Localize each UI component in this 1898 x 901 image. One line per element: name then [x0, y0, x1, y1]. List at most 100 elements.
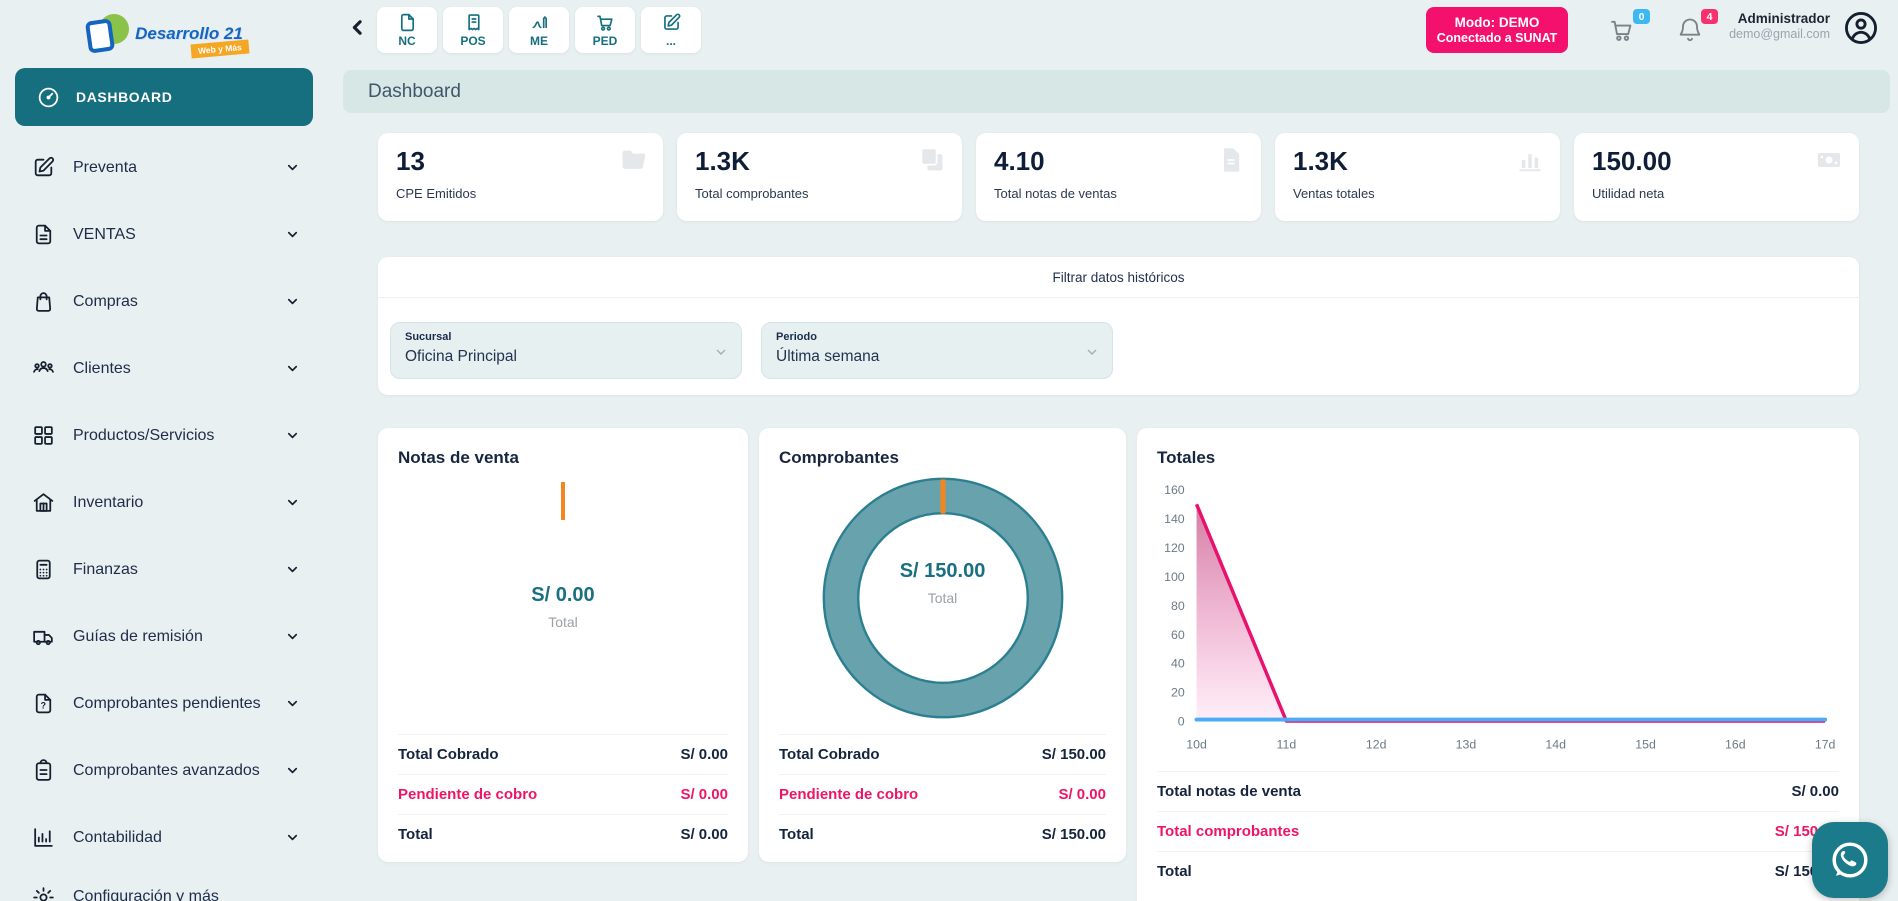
sidebar-item-productos[interactable]: Productos/Servicios	[0, 402, 328, 469]
comprobantes-card: Comprobantes S/ 150.00 Total Total Cobra…	[759, 428, 1126, 862]
periodo-select[interactable]: Periodo Última semana	[761, 322, 1113, 379]
row-label: Total	[779, 826, 814, 843]
chevron-down-icon	[713, 344, 729, 360]
sucursal-label: Sucursal	[405, 331, 727, 343]
chevron-down-icon	[285, 294, 300, 309]
periodo-value: Última semana	[776, 348, 1098, 366]
donut-center-value: S/ 0.00	[398, 584, 728, 607]
whatsapp-button[interactable]	[1812, 822, 1888, 898]
row-label: Total	[398, 826, 433, 843]
comprobantes-donut-chart: S/ 150.00 Total	[821, 476, 1065, 720]
cart-button[interactable]: 0	[1608, 16, 1642, 50]
chevron-down-icon	[285, 830, 300, 845]
card-title: Comprobantes	[779, 448, 1106, 468]
chevron-down-icon	[285, 227, 300, 242]
stat-label: Ventas totales	[1293, 186, 1542, 201]
stats-row: 13 CPE Emitidos 1.3K Total comprobantes …	[378, 133, 1859, 221]
sidebar-item-contabilidad[interactable]: Contabilidad	[0, 804, 328, 871]
chevron-down-icon	[285, 696, 300, 711]
periodo-label: Periodo	[776, 331, 1098, 343]
sidebar-item-compras[interactable]: Compras	[0, 268, 328, 335]
svg-text:40: 40	[1171, 657, 1185, 671]
sidebar-item-label: Clientes	[73, 360, 268, 378]
svg-text:160: 160	[1164, 483, 1185, 497]
gear-icon	[31, 885, 56, 901]
totales-area-chart: 02040608010012014016010d11d12d13d14d15d1…	[1157, 472, 1839, 759]
sidebar: Desarrollo 21 Web y Más DASHBOARD Preven…	[0, 0, 328, 901]
sidebar-item-label: Inventario	[73, 494, 268, 512]
summary-row: Total comprobantesS/ 150.00	[1157, 811, 1839, 851]
folder-icon	[619, 146, 647, 174]
card-title: Totales	[1157, 448, 1839, 468]
brand-name: Desarrollo 21	[135, 24, 243, 43]
sidebar-item-inventario[interactable]: Inventario	[0, 469, 328, 536]
sidebar-item-label: Compras	[73, 293, 268, 311]
sidebar-item-label: Comprobantes avanzados	[73, 762, 268, 780]
me-button[interactable]: ME	[509, 7, 569, 53]
summary-row: TotalS/ 150.00	[779, 814, 1106, 854]
brand-logo[interactable]: Desarrollo 21 Web y Más	[0, 6, 328, 62]
row-label: Total notas de venta	[1157, 783, 1301, 800]
summary-row: Pendiente de cobroS/ 0.00	[779, 774, 1106, 814]
stat-card-utilidad-neta: 150.00 Utilidad neta	[1574, 133, 1859, 221]
sidebar-item-dashboard[interactable]: DASHBOARD	[15, 68, 313, 126]
chevron-down-icon	[285, 629, 300, 644]
quick-actions: NC POS ME PED ...	[377, 7, 701, 53]
totales-card: Totales 02040608010012014016010d11d12d13…	[1137, 428, 1859, 901]
row-label: Pendiente de cobro	[779, 786, 918, 803]
svg-text:?: ?	[41, 701, 46, 711]
sidebar-item-clientes[interactable]: Clientes	[0, 335, 328, 402]
ped-button[interactable]: PED	[575, 7, 635, 53]
clipboard-icon	[31, 758, 56, 783]
chevron-down-icon	[285, 495, 300, 510]
stat-value: 4.10	[994, 146, 1243, 177]
svg-text:60: 60	[1171, 628, 1185, 642]
user-menu[interactable]: Administrador demo@gmail.com	[1694, 11, 1830, 41]
demo-mode-badge[interactable]: Modo: DEMO Conectado a SUNAT	[1426, 7, 1568, 53]
sucursal-select[interactable]: Sucursal Oficina Principal	[390, 322, 742, 379]
sidebar-item-label: Productos/Servicios	[73, 427, 268, 445]
action-label: PED	[593, 34, 618, 48]
donut-center-label: Total	[398, 614, 728, 630]
svg-text:14d: 14d	[1545, 738, 1566, 752]
truck-icon	[31, 624, 56, 649]
summary-row: TotalS/ 150.00	[1157, 851, 1839, 891]
cart-icon	[595, 12, 616, 33]
collapse-sidebar-button[interactable]	[344, 15, 370, 41]
row-label: Pendiente de cobro	[398, 786, 537, 803]
row-label: Total Cobrado	[398, 746, 499, 763]
sucursal-value: Oficina Principal	[405, 348, 727, 366]
summary-rows: Total CobradoS/ 150.00 Pendiente de cobr…	[779, 734, 1106, 854]
summary-rows: Total notas de ventaS/ 0.00 Total compro…	[1157, 771, 1839, 891]
nc-button[interactable]: NC	[377, 7, 437, 53]
action-label: ...	[666, 34, 676, 48]
stat-card-cpe-emitidos: 13 CPE Emitidos	[378, 133, 663, 221]
stat-label: Total comprobantes	[695, 186, 944, 201]
svg-text:0: 0	[1178, 715, 1185, 729]
sidebar-item-preventa[interactable]: Preventa	[0, 134, 328, 201]
svg-text:80: 80	[1171, 599, 1185, 613]
card-title: Notas de venta	[398, 448, 728, 468]
sidebar-item-comprobantes-pendientes[interactable]: ? Comprobantes pendientes	[0, 670, 328, 737]
pos-button[interactable]: POS	[443, 7, 503, 53]
sidebar-item-guias[interactable]: Guías de remisión	[0, 603, 328, 670]
chevron-down-icon	[285, 763, 300, 778]
sidebar-item-comprobantes-avanzados[interactable]: Comprobantes avanzados	[0, 737, 328, 804]
people-icon	[31, 356, 56, 381]
sidebar-item-ventas[interactable]: VENTAS	[0, 201, 328, 268]
chevron-down-icon	[285, 562, 300, 577]
sidebar-item-finanzas[interactable]: Finanzas	[0, 536, 328, 603]
sidebar-item-label: Comprobantes pendientes	[73, 695, 268, 713]
avatar[interactable]	[1842, 9, 1880, 47]
row-value: S/ 0.00	[680, 826, 728, 843]
signature-icon	[529, 12, 550, 33]
svg-text:12d: 12d	[1366, 738, 1387, 752]
stat-card-ventas-totales: 1.3K Ventas totales	[1275, 133, 1560, 221]
user-name: Administrador	[1694, 11, 1830, 26]
more-button[interactable]: ...	[641, 7, 701, 53]
filter-card: Filtrar datos históricos Sucursal Oficin…	[378, 257, 1859, 395]
user-email: demo@gmail.com	[1694, 27, 1830, 41]
stat-value: 1.3K	[695, 146, 944, 177]
topbar: NC POS ME PED ...	[328, 0, 1898, 60]
sidebar-item-configuracion[interactable]: Configuración y más	[0, 871, 328, 901]
